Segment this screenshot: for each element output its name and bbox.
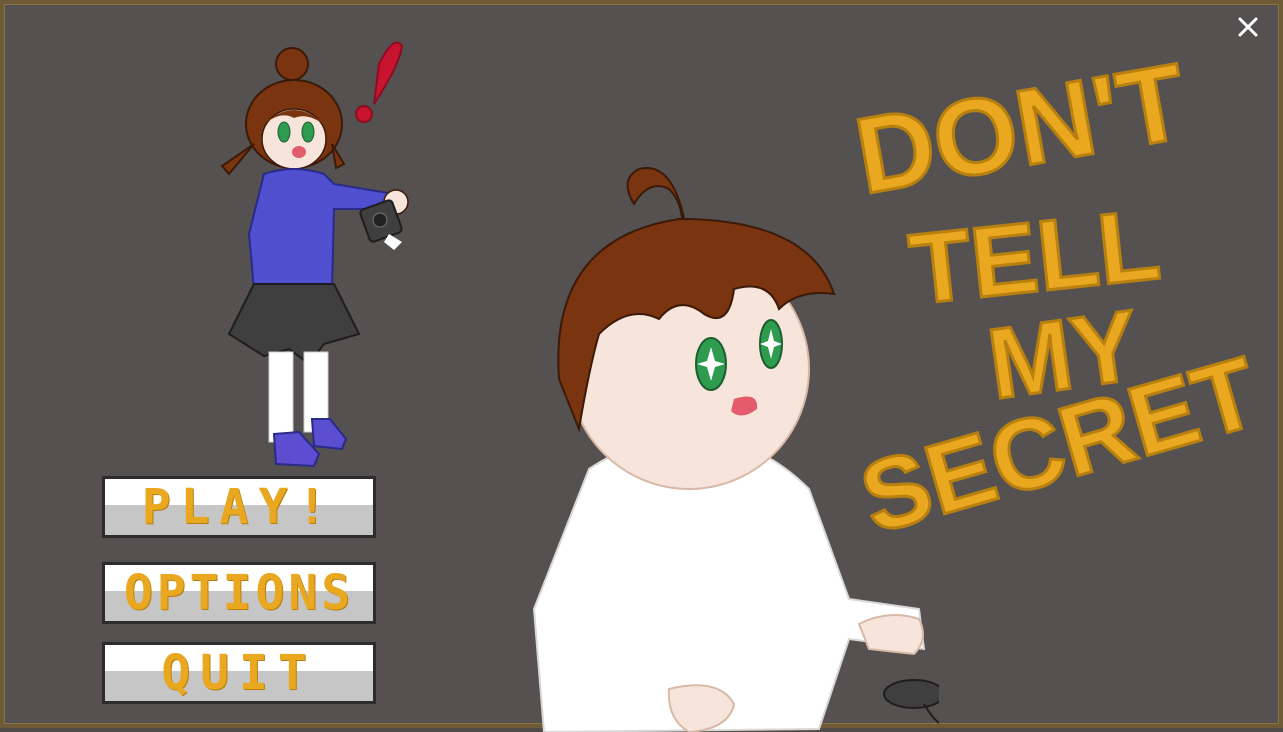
- options-button[interactable]: OPTIONS: [100, 560, 378, 626]
- close-icon: [1238, 17, 1258, 37]
- quit-label: QUIT: [161, 645, 317, 701]
- game-title: DON'T TELL MY SECRET: [845, 44, 1269, 557]
- exclamation-mark: [373, 41, 404, 105]
- close-button[interactable]: [1233, 12, 1263, 42]
- options-label: OPTIONS: [123, 565, 355, 621]
- quit-button[interactable]: QUIT: [100, 640, 378, 706]
- girl-character: [220, 41, 409, 468]
- title-screen: DON'T TELL MY SECRET PLAY! OPTIONS QUIT: [0, 0, 1283, 732]
- play-button[interactable]: PLAY!: [100, 474, 378, 540]
- play-label: PLAY!: [141, 479, 337, 535]
